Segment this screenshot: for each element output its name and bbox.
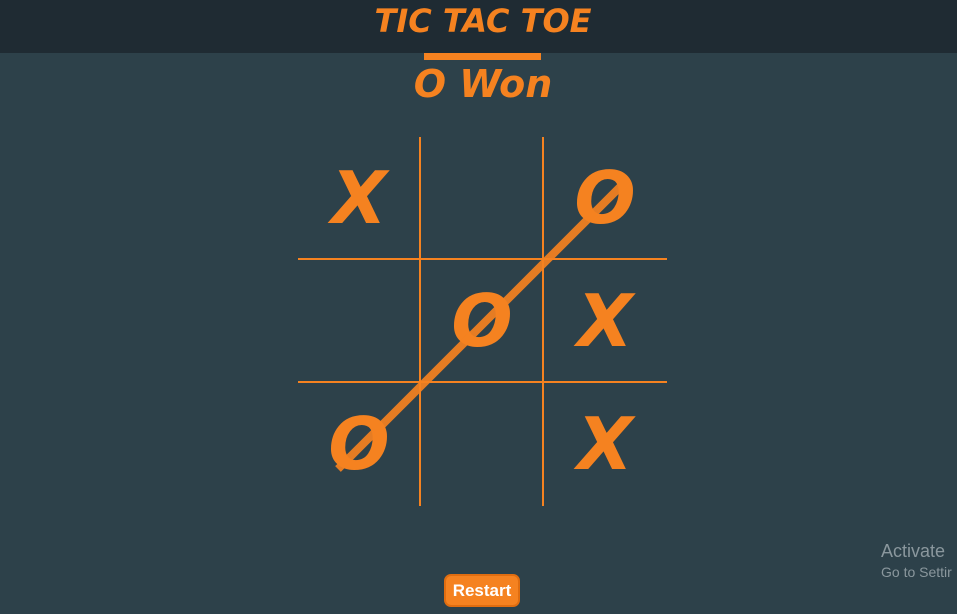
- game-board: X O O X O X: [298, 137, 667, 506]
- watermark-subtitle: Go to Settir: [881, 564, 952, 580]
- winning-line: [335, 176, 631, 472]
- game-status: O Won: [413, 62, 553, 106]
- title-underline: [424, 53, 541, 60]
- restart-button[interactable]: Restart: [444, 574, 520, 607]
- game-title: TIC TAC TOE: [374, 2, 592, 40]
- watermark-title: Activate: [881, 541, 946, 561]
- activate-windows-watermark: Activate Go to Settir: [881, 541, 952, 580]
